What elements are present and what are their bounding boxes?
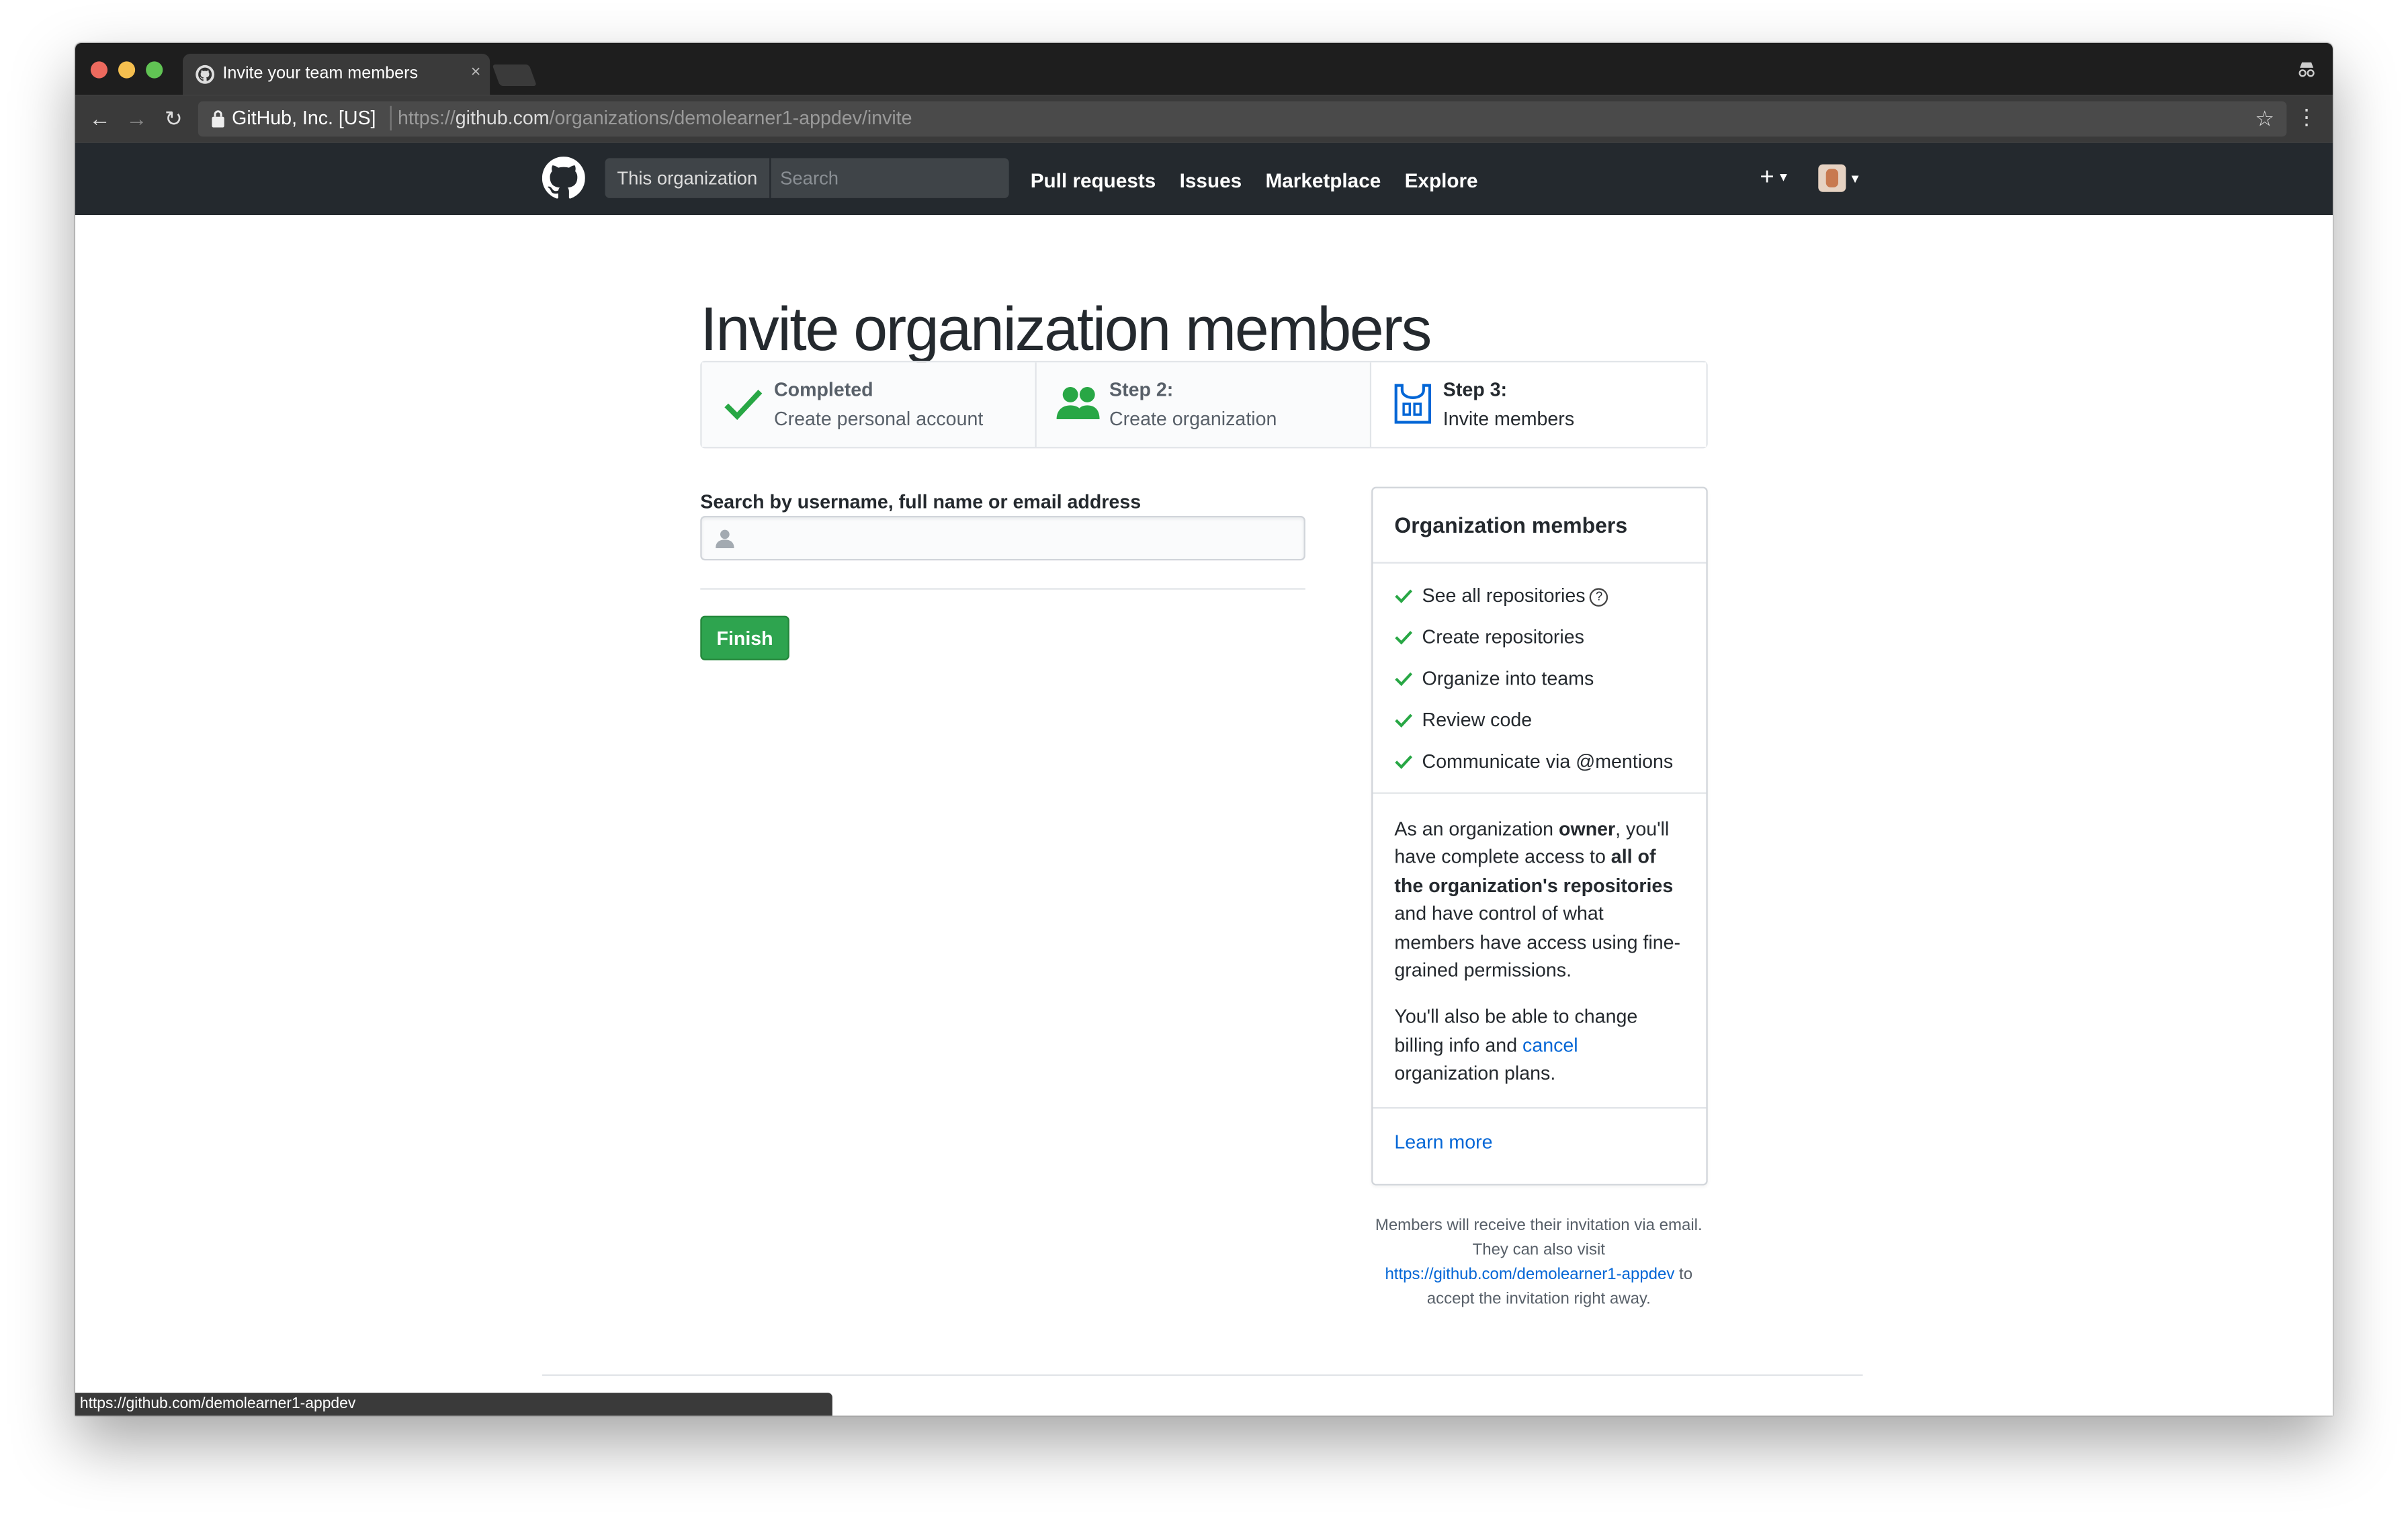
back-arrow-icon[interactable]: ←	[89, 107, 111, 129]
learn-more-link[interactable]: Learn more	[1394, 1131, 1492, 1153]
permission-text: Communicate via @mentions	[1422, 750, 1674, 773]
maximize-window-button[interactable]	[146, 61, 163, 79]
address-bar[interactable]: GitHub, Inc. [US] https://github.com/org…	[198, 101, 2287, 137]
form-divider	[700, 588, 1305, 590]
permission-text: Create repositories	[1422, 626, 1584, 648]
link-status-bar: https://github.com/demolearner1-appdev	[75, 1393, 832, 1416]
github-header: This organization Pull requests Issues M…	[75, 142, 2333, 215]
screen: Invite your team members × ← → ↻ GitHub,…	[0, 0, 2408, 1525]
header-search-input[interactable]	[771, 158, 1020, 198]
site-identity: GitHub, Inc. [US]	[232, 107, 376, 129]
check-icon	[1395, 672, 1413, 687]
forward-arrow-icon[interactable]: →	[126, 107, 147, 129]
close-window-button[interactable]	[90, 61, 108, 79]
nav-pull-requests[interactable]: Pull requests	[1031, 169, 1156, 191]
avatar	[1818, 164, 1846, 192]
step-desc: Invite members	[1443, 408, 1575, 430]
plus-icon: +	[1760, 164, 1774, 191]
owner-paragraph: As an organization owner, you'll have co…	[1394, 818, 1681, 982]
caret-down-icon: ▼	[1848, 171, 1862, 185]
permission-list: See all repositories? Create repositorie…	[1373, 564, 1707, 794]
bookmark-star-icon[interactable]: ☆	[2255, 106, 2274, 132]
nav-marketplace[interactable]: Marketplace	[1265, 169, 1381, 191]
browser-menu-icon[interactable]: ⋮	[2296, 104, 2317, 130]
browser-window: Invite your team members × ← → ↻ GitHub,…	[75, 42, 2333, 1416]
browser-tab[interactable]: Invite your team members ×	[182, 53, 490, 95]
invitation-note: Members will receive their invitation vi…	[1375, 1216, 1703, 1309]
nav-issues[interactable]: Issues	[1180, 169, 1242, 191]
jersey-icon	[1393, 384, 1431, 424]
url-text: https://github.com/organizations/demolea…	[397, 107, 912, 129]
signup-steps: Completed Create personal account Step 2…	[700, 361, 1708, 449]
cancel-link[interactable]: cancel	[1522, 1035, 1578, 1056]
org-search-box: This organization	[605, 158, 1020, 198]
github-favicon-icon	[196, 64, 215, 84]
permission-text: Review code	[1422, 709, 1533, 731]
panel-footer: Learn more	[1373, 1106, 1707, 1176]
search-scope-label[interactable]: This organization	[605, 158, 771, 198]
reload-icon[interactable]: ↻	[163, 107, 184, 129]
list-item: Communicate via @mentions	[1394, 745, 1706, 787]
page-title: Invite organization members	[700, 296, 1432, 364]
new-tab-button[interactable]	[492, 64, 537, 86]
footer-divider	[542, 1374, 1863, 1376]
finish-button[interactable]: Finish	[700, 615, 789, 660]
list-item: Create repositories	[1394, 620, 1706, 662]
question-help-icon[interactable]: ?	[1590, 587, 1608, 607]
list-item: Organize into teams	[1394, 662, 1706, 703]
step-label: Step 3:	[1443, 379, 1508, 401]
check-icon	[1395, 631, 1413, 645]
step-completed: Completed Create personal account	[701, 362, 1037, 447]
step-label: Completed	[773, 379, 873, 401]
lock-icon	[212, 110, 224, 128]
member-search-label: Search by username, full name or email a…	[700, 491, 1142, 513]
minimize-window-button[interactable]	[118, 61, 136, 79]
list-item: See all repositories?	[1394, 579, 1706, 621]
github-logo-icon[interactable]	[542, 157, 585, 200]
panel-title: Organization members	[1373, 488, 1707, 564]
check-icon	[1395, 713, 1413, 728]
step-3: Step 3: Invite members	[1371, 362, 1707, 447]
list-item: Review code	[1394, 703, 1706, 745]
browser-toolbar: ← → ↻ GitHub, Inc. [US] https://github.c…	[75, 95, 2333, 143]
member-search-input[interactable]	[744, 517, 1289, 562]
permission-text: See all repositories	[1422, 584, 1586, 607]
tab-close-icon[interactable]: ×	[471, 63, 481, 81]
step-desc: Create personal account	[773, 408, 984, 430]
billing-paragraph: You'll also be able to change billing in…	[1394, 1006, 1638, 1085]
people-icon	[1057, 386, 1101, 419]
owner-description: As an organization owner, you'll have co…	[1373, 794, 1706, 1088]
organization-members-panel: Organization members See all repositorie…	[1371, 486, 1708, 1186]
step-label: Step 2:	[1109, 379, 1174, 401]
person-icon	[716, 529, 734, 548]
tab-strip: Invite your team members ×	[75, 42, 2333, 95]
nav-explore[interactable]: Explore	[1405, 169, 1478, 191]
step-desc: Create organization	[1109, 408, 1277, 430]
caret-down-icon: ▼	[1777, 171, 1790, 185]
org-profile-link[interactable]: https://github.com/demolearner1-appdev	[1385, 1265, 1674, 1283]
step-2: Step 2: Create organization	[1037, 362, 1371, 447]
create-new-menu[interactable]: + ▼	[1760, 165, 1789, 192]
checkmark-icon	[724, 390, 763, 421]
incognito-icon	[2298, 62, 2315, 77]
header-nav: Pull requests Issues Marketplace Explore	[1031, 167, 1495, 195]
tab-title: Invite your team members	[222, 64, 419, 83]
check-icon	[1395, 755, 1413, 769]
user-menu[interactable]: ▼	[1818, 164, 1862, 193]
permission-text: Organize into teams	[1422, 668, 1594, 690]
check-icon	[1395, 589, 1413, 603]
member-search-field[interactable]	[700, 515, 1305, 562]
address-separator	[390, 105, 392, 131]
